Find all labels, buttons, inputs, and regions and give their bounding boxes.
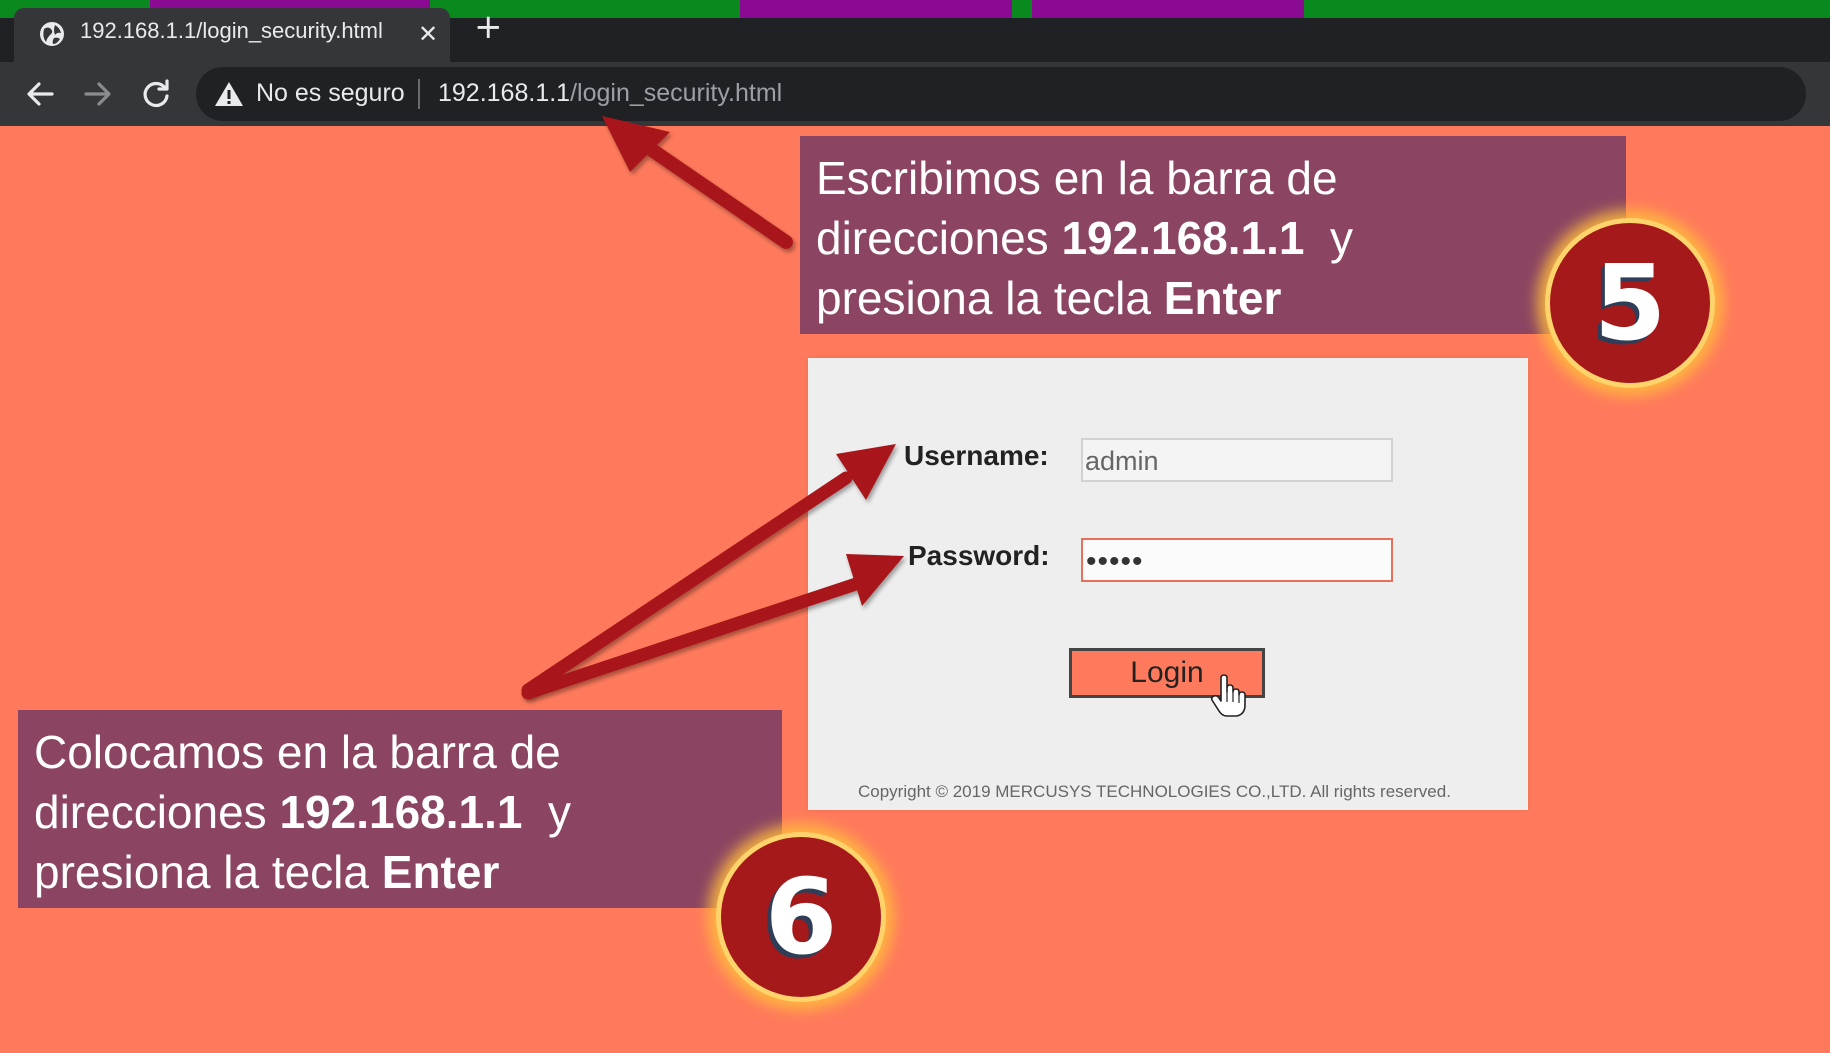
step-6-badge: 6: [716, 832, 886, 1002]
browser-tab-bar: 192.168.1.1/login_security.html ✕ +: [0, 0, 1830, 62]
callout-line: presiona la tecla Enter: [816, 268, 1626, 328]
login-form: Username: admin Password: ••••• Login Co…: [808, 358, 1528, 810]
callout-ip: 192.168.1.1: [1061, 212, 1305, 264]
callout-key: Enter: [1163, 272, 1282, 324]
callout-ip: 192.168.1.1: [279, 786, 523, 838]
reload-icon[interactable]: [138, 76, 174, 112]
callout-text: direcciones: [816, 212, 1062, 264]
globe-icon: [40, 22, 64, 46]
callout-step-6: Colocamos en la barra de direcciones 192…: [18, 710, 782, 908]
strip-segment: [1032, 0, 1304, 18]
strip-segment: [740, 0, 1012, 18]
username-label: Username:: [904, 440, 1049, 471]
username-field[interactable]: admin: [1081, 438, 1393, 482]
new-tab-icon[interactable]: +: [474, 10, 503, 44]
tab-title: 192.168.1.1/login_security.html: [80, 18, 383, 43]
warning-icon[interactable]: [214, 80, 244, 108]
url-path: /login_security.html: [570, 79, 783, 107]
callout-line: presiona la tecla Enter: [34, 842, 782, 902]
close-icon[interactable]: ✕: [418, 20, 438, 48]
callout-key: Enter: [381, 846, 500, 898]
callout-text: direcciones: [34, 786, 280, 838]
screen: 192.168.1.1/login_security.html ✕ + No e…: [0, 0, 1830, 1053]
callout-text: y: [1304, 212, 1354, 264]
step-number: 5: [1593, 242, 1667, 364]
callout-text: presiona la tecla: [34, 846, 382, 898]
strip-segment: [1304, 0, 1830, 18]
callout-text: y: [522, 786, 572, 838]
callout-line: Escribimos en la barra de: [816, 152, 1338, 204]
password-value: •••••: [1086, 545, 1144, 578]
address-bar[interactable]: No es seguro 192.168.1.1/login_security.…: [196, 67, 1806, 121]
password-field[interactable]: •••••: [1081, 538, 1393, 582]
browser-toolbar: No es seguro 192.168.1.1/login_security.…: [0, 62, 1830, 126]
strip-segment: [1012, 0, 1032, 18]
arrow-to-address-bar: [602, 116, 793, 249]
callout-line: direcciones 192.168.1.1 y: [816, 208, 1626, 268]
back-arrow-icon[interactable]: [22, 76, 58, 112]
divider: [418, 79, 420, 109]
security-status[interactable]: No es seguro: [256, 79, 405, 108]
forward-arrow-icon[interactable]: [80, 76, 116, 112]
username-value: admin: [1085, 446, 1159, 476]
callout-text: presiona la tecla: [816, 272, 1164, 324]
callout-line: Colocamos en la barra de: [34, 726, 561, 778]
url-text[interactable]: 192.168.1.1/login_security.html: [438, 79, 782, 108]
browser-tab[interactable]: 192.168.1.1/login_security.html ✕: [14, 8, 450, 62]
callout-step-5: Escribimos en la barra de direcciones 19…: [800, 136, 1626, 334]
callout-line: direcciones 192.168.1.1 y: [34, 782, 782, 842]
step-number: 6: [764, 856, 838, 978]
hand-cursor-icon: [1210, 674, 1246, 717]
step-5-badge: 5: [1545, 218, 1715, 388]
url-host: 192.168.1.1: [438, 79, 571, 107]
copyright-text: Copyright © 2019 MERCUSYS TECHNOLOGIES C…: [858, 782, 1451, 801]
password-label: Password:: [908, 540, 1050, 571]
